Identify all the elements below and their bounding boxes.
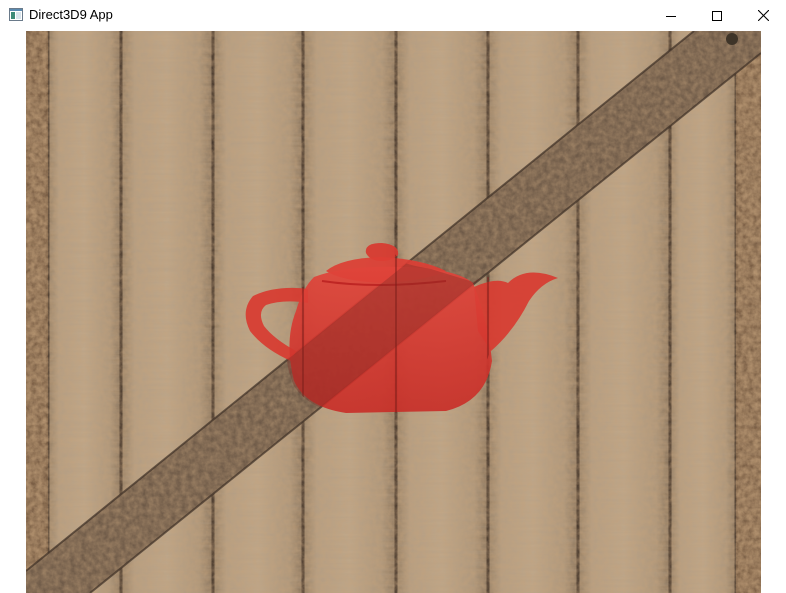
close-button[interactable] [740,0,786,31]
title-bar[interactable]: Direct3D9 App [0,0,786,31]
close-icon [757,10,769,21]
render-viewport[interactable] [26,31,761,593]
scene-canvas [26,31,761,593]
minimize-icon [666,15,676,17]
application-window: Direct3D9 App [0,0,786,593]
minimize-button[interactable] [648,0,694,31]
application-icon[interactable] [9,8,23,21]
maximize-button[interactable] [694,0,740,31]
window-title: Direct3D9 App [29,7,113,22]
maximize-icon [712,10,722,21]
